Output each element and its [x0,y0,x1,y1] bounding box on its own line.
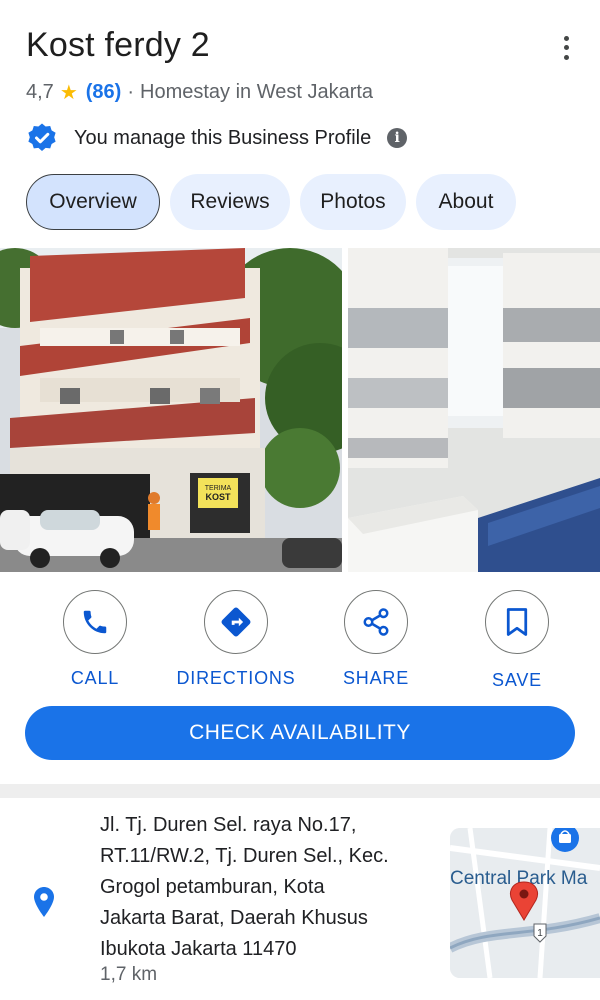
star-icon: ★ [59,82,78,104]
action-row: CALL DIRECTIONS SHARE SAVE [0,590,600,690]
directions-button[interactable]: DIRECTIONS [166,590,306,689]
verified-badge-icon [28,123,56,151]
share-icon-circle [344,590,408,654]
bookmark-icon [506,608,528,636]
place-title: Kost ferdy 2 [26,26,210,64]
address-line: Grogol petamburan, Kota [100,876,325,898]
business-profile-text: You manage this Business Profile [74,126,372,149]
distance-text: 1,7 km [100,964,158,985]
address-line: Jl. Tj. Duren Sel. raya No.17, [100,814,357,836]
photo-strip: TERIMA KOST [0,248,600,572]
place-category: Homestay in West Jakarta [140,81,374,103]
save-button[interactable]: SAVE [447,590,587,691]
directions-icon-circle [204,590,268,654]
call-label: CALL [70,668,120,688]
call-button[interactable]: CALL [25,590,165,689]
rating-value: 4,7 [26,81,54,103]
location-pin-icon [34,887,54,917]
rating-line: 4,7 ★ (86) · Homestay in West Jakarta [26,80,373,105]
more-options-icon[interactable] [554,34,578,62]
address-line: RT.11/RW.2, Tj. Duren Sel., Kec. [100,845,389,867]
directions-label: DIRECTIONS [176,668,296,688]
section-divider [0,784,600,798]
info-icon[interactable]: i [387,128,408,148]
save-icon-circle [485,590,549,654]
check-availability-button[interactable]: CHECK AVAILABILITY [25,706,575,760]
tab-about[interactable]: About [416,174,516,230]
mini-map[interactable]: Central Park Ma 1 [450,828,600,978]
share-icon [363,608,389,636]
room-photo[interactable] [348,248,600,572]
address-line: Ibukota Jakarta 11470 [100,938,297,960]
call-icon-circle [63,590,127,654]
review-count-link[interactable]: (86) [86,81,122,104]
business-profile-notice: You manage this Business Profile i [26,122,408,154]
building-photo[interactable]: TERIMA KOST [0,248,342,572]
separator: · [127,81,134,103]
tab-overview[interactable]: Overview [26,174,160,230]
address-text: Jl. Tj. Duren Sel. raya No.17, RT.11/RW.… [100,810,430,965]
sign-line-2: KOST [205,492,231,502]
tab-photos[interactable]: Photos [300,174,406,230]
road-number-label: 1 [537,928,543,939]
share-label: SHARE [342,668,409,688]
tab-reviews[interactable]: Reviews [170,174,290,230]
directions-icon [221,607,251,637]
share-button[interactable]: SHARE [306,590,446,689]
address-line: Jakarta Barat, Daerah Khusus [100,907,368,929]
phone-icon [83,610,107,634]
place-tabs: Overview Reviews Photos About [26,174,516,230]
save-label: SAVE [492,670,542,690]
sign-line-1: TERIMA [205,485,232,492]
address-section[interactable]: Jl. Tj. Duren Sel. raya No.17, RT.11/RW.… [0,798,600,1000]
place-header: Kost ferdy 2 [26,22,586,68]
